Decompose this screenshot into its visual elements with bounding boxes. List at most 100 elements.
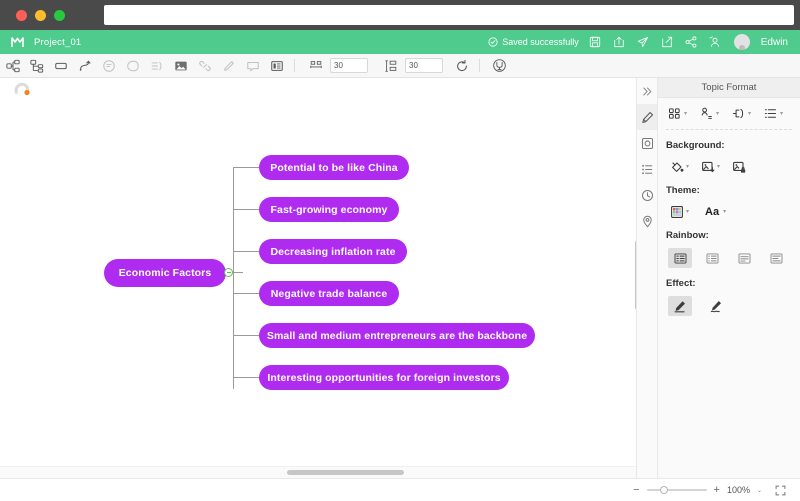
theme-font-button[interactable]: Aa ▾: [705, 206, 726, 218]
connector-branch-1: [233, 167, 259, 168]
fullscreen-icon[interactable]: [775, 485, 786, 496]
canvas-hscrollbar-thumb[interactable]: [287, 470, 404, 475]
rainbow-style-2-button[interactable]: [700, 248, 724, 268]
multi-topic-icon[interactable]: [26, 55, 48, 77]
list-style-icon: [762, 105, 779, 122]
topic-layout-button[interactable]: ▾: [666, 105, 687, 122]
share-icon[interactable]: [684, 35, 699, 50]
zoom-out-button[interactable]: −: [633, 485, 639, 496]
mindmap-canvas[interactable]: Economic Factors Potential to be like Ch…: [0, 78, 636, 478]
mindmap-node[interactable]: Fast-growing economy: [259, 197, 399, 222]
address-bar[interactable]: [104, 5, 794, 25]
background-lock-icon: [730, 158, 747, 175]
user-name[interactable]: Edwin: [761, 37, 788, 48]
outline-icon[interactable]: [637, 156, 658, 182]
collapse-toggle-icon[interactable]: [224, 268, 233, 277]
summary-icon[interactable]: [146, 55, 168, 77]
document-title[interactable]: Project_01: [34, 37, 81, 48]
effect-sketch-button[interactable]: [704, 296, 728, 316]
effect-sketch-icon: [709, 299, 723, 313]
minimize-window-button[interactable]: [35, 10, 46, 21]
fill-color-button[interactable]: ▾: [668, 158, 689, 175]
theme-color-icon: [668, 203, 685, 220]
effect-section-row: [658, 289, 800, 316]
rainbow-style-1-icon: [674, 253, 687, 264]
cloud-user-icon[interactable]: [708, 35, 723, 50]
zoom-level-label[interactable]: 100%: [727, 485, 750, 495]
mindmap-node[interactable]: Potential to be like China: [259, 155, 409, 180]
vertical-spacing-input[interactable]: [405, 58, 443, 73]
close-window-button[interactable]: [16, 10, 27, 21]
save-icon[interactable]: [588, 35, 603, 50]
clipart-icon[interactable]: [637, 130, 658, 156]
history-icon[interactable]: [637, 182, 658, 208]
chevron-down-icon: ▾: [686, 164, 689, 170]
horizontal-spacing-input[interactable]: [330, 58, 368, 73]
horizontal-spacing-icon[interactable]: [305, 55, 327, 77]
branch-style-button[interactable]: ▾: [730, 105, 751, 122]
refresh-icon[interactable]: [451, 55, 473, 77]
right-rail: [636, 78, 657, 478]
highlighter-icon[interactable]: [218, 55, 240, 77]
connector-branch-3: [233, 251, 259, 252]
status-bar: − + 100% ⌄: [0, 478, 800, 501]
effect-section-label: Effect:: [658, 268, 800, 289]
avatar[interactable]: [734, 34, 750, 50]
topic-format-icon[interactable]: [637, 104, 658, 130]
comment-icon[interactable]: [242, 55, 264, 77]
hyperlink-icon[interactable]: [194, 55, 216, 77]
mindmap-node[interactable]: Small and medium entrepreneurs are the b…: [259, 323, 535, 348]
zoom-slider[interactable]: [647, 489, 707, 491]
zoom-slider-handle[interactable]: [660, 486, 668, 494]
present-icon[interactable]: [660, 35, 675, 50]
chevron-down-icon: ▾: [686, 209, 689, 215]
brainstorm-icon[interactable]: [488, 55, 510, 77]
horizontal-spacing-group: [303, 55, 368, 77]
expand-panel-icon[interactable]: [637, 78, 658, 104]
maximize-window-button[interactable]: [54, 10, 65, 21]
image-icon[interactable]: [170, 55, 192, 77]
background-lock-button[interactable]: [730, 158, 747, 175]
toolbar-divider: [294, 59, 295, 72]
vertical-spacing-icon[interactable]: [380, 55, 402, 77]
theme-color-button[interactable]: ▾: [668, 203, 689, 220]
boundary-icon[interactable]: [122, 55, 144, 77]
chevron-down-icon[interactable]: ⌄: [757, 487, 762, 494]
window-titlebar: [0, 0, 800, 30]
subtopic-icon[interactable]: [2, 55, 24, 77]
save-status-label: Saved successfully: [502, 37, 579, 47]
export-icon[interactable]: [612, 35, 627, 50]
background-image-icon: [699, 158, 716, 175]
rainbow-style-4-button[interactable]: [764, 248, 788, 268]
mindmap-node[interactable]: Interesting opportunities for foreign in…: [259, 365, 509, 390]
connector-branch-4: [233, 293, 259, 294]
mindmap-node[interactable]: Decreasing inflation rate: [259, 239, 407, 264]
background-section-label: Background:: [658, 130, 800, 151]
support-badge-icon[interactable]: [12, 78, 32, 98]
toolbar-divider-2: [479, 59, 480, 72]
rainbow-style-1-button[interactable]: [668, 248, 692, 268]
callout-icon[interactable]: [98, 55, 120, 77]
topic-shape-icon[interactable]: [50, 55, 72, 77]
note-icon[interactable]: [266, 55, 288, 77]
zoom-in-button[interactable]: +: [714, 485, 720, 496]
list-style-button[interactable]: ▾: [762, 105, 783, 122]
mindmap-root-node[interactable]: Economic Factors: [104, 259, 226, 287]
relationship-icon[interactable]: [74, 55, 96, 77]
send-icon[interactable]: [636, 35, 651, 50]
topic-layout-icon: [666, 105, 683, 122]
topic-structure-button[interactable]: ▾: [698, 105, 719, 122]
connector-branch-5: [233, 335, 259, 336]
zoom-controls: − + 100% ⌄: [633, 485, 786, 496]
rainbow-section-row: [658, 241, 800, 268]
marker-tag-icon[interactable]: [637, 208, 658, 234]
fill-color-icon: [668, 158, 685, 175]
mindmap-node[interactable]: Negative trade balance: [259, 281, 399, 306]
theme-font-icon: Aa: [705, 206, 719, 218]
connector-trunk: [233, 167, 234, 389]
background-image-button[interactable]: ▾: [699, 158, 720, 175]
effect-solid-button[interactable]: [668, 296, 692, 316]
app-window: Project_01 Saved successfully: [0, 0, 800, 501]
panel-title: Topic Format: [658, 78, 800, 98]
rainbow-style-3-button[interactable]: [732, 248, 756, 268]
